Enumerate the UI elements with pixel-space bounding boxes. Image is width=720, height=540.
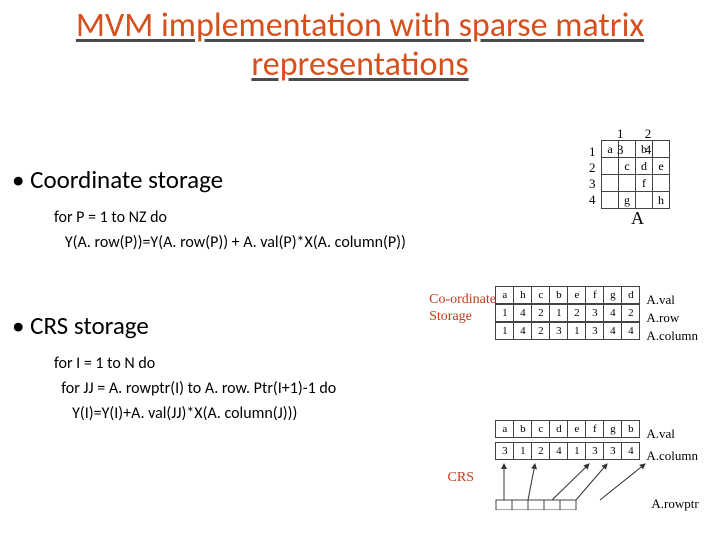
cell: 4 <box>514 305 532 322</box>
matrix-row-label: 1 <box>589 144 596 160</box>
cell: d <box>622 287 640 304</box>
matrix-label-A: A <box>631 208 644 229</box>
cell: 1 <box>568 323 586 340</box>
cell: 2 <box>532 443 550 460</box>
matrix-cell: d <box>636 158 653 175</box>
bullet-crs-storage: CRS storage <box>12 310 149 341</box>
matrix-row-labels: 1 2 3 4 <box>589 144 596 208</box>
cell: 4 <box>604 305 622 322</box>
cell: 1 <box>496 305 514 322</box>
matrix-cell <box>636 192 653 209</box>
bullet-coordinate-storage: Coordinate storage <box>12 164 223 195</box>
cell: 2 <box>532 305 550 322</box>
cell: 3 <box>586 305 604 322</box>
cell: f <box>586 287 604 304</box>
coord-row: 1 4 2 1 2 3 4 2 <box>495 304 640 322</box>
cell: 1 <box>568 443 586 460</box>
matrix-cell: g <box>619 192 636 209</box>
cell: 1 <box>514 443 532 460</box>
coord-storage-label-line: Storage <box>429 309 472 324</box>
cell: 2 <box>622 305 640 322</box>
crs-row: 3 1 2 4 1 3 3 4 <box>495 442 640 460</box>
cell: 4 <box>550 443 568 460</box>
matrix-cell <box>619 175 636 192</box>
cell: 4 <box>514 323 532 340</box>
matrix-cell <box>653 175 670 192</box>
matrix-col-labels: 1 2 3 4 <box>617 126 670 158</box>
cell: 1 <box>550 305 568 322</box>
crs-row: a b c d e f g b <box>495 420 640 438</box>
coord-storage-label-line: Co-ordinate <box>429 292 496 307</box>
cell: 4 <box>622 443 640 460</box>
cell: 3 <box>586 323 604 340</box>
matrix-row-label: 3 <box>589 176 596 192</box>
cell: 1 <box>496 323 514 340</box>
coord-storage-label: Co-ordinate Storage <box>429 292 496 326</box>
cell: c <box>532 287 550 304</box>
matrix-row-label: 2 <box>589 160 596 176</box>
cell: 2 <box>532 323 550 340</box>
matrix-cell: a <box>602 141 619 158</box>
cell: b <box>514 421 532 438</box>
cell: b <box>622 421 640 438</box>
cell: g <box>604 287 622 304</box>
cell: a <box>496 287 514 304</box>
matrix-cell <box>602 175 619 192</box>
cell: 3 <box>586 443 604 460</box>
cell: d <box>550 421 568 438</box>
cell: f <box>586 421 604 438</box>
cell: 2 <box>568 305 586 322</box>
cell: g <box>604 421 622 438</box>
coord-row: a h c b e f g d <box>495 286 640 304</box>
crs-storage-label: CRS <box>448 470 474 486</box>
cell: 4 <box>622 323 640 340</box>
coord-storage-arrays: a h c b e f g d A.val 1 4 2 1 2 3 4 2 A.… <box>495 286 698 340</box>
cell: b <box>550 287 568 304</box>
matrix-cell <box>602 192 619 209</box>
array-label: A.rowptr <box>651 496 698 512</box>
code-coordinate-storage: for P = 1 to NZ do Y(A. row(P))=Y(A. row… <box>54 206 406 256</box>
code-crs-storage: for I = 1 to N do for JJ = A. rowptr(I) … <box>54 352 336 426</box>
cell: h <box>514 287 532 304</box>
cell: e <box>568 421 586 438</box>
crs-rowptr-arrows: A.rowptr <box>495 460 655 494</box>
cell: 3 <box>550 323 568 340</box>
matrix-cell: h <box>653 192 670 209</box>
crs-storage-arrays: a b c d e f g b A.val 3 1 2 4 1 3 3 4 A.… <box>495 420 698 494</box>
coord-row: 1 4 2 3 1 3 4 4 <box>495 322 640 340</box>
matrix-cell <box>602 158 619 175</box>
cell: a <box>496 421 514 438</box>
matrix-cell: e <box>653 158 670 175</box>
matrix-row-label: 4 <box>589 192 596 208</box>
matrix-cell: c <box>619 158 636 175</box>
slide: MVM implementation with sparse matrix re… <box>0 0 720 540</box>
matrix-diagram: 1 2 3 4 1 2 3 4 a b c d e f <box>601 140 670 209</box>
cell: 4 <box>604 323 622 340</box>
cell: e <box>568 287 586 304</box>
cell: 3 <box>496 443 514 460</box>
matrix-cell: f <box>636 175 653 192</box>
cell: c <box>532 421 550 438</box>
cell: 3 <box>604 443 622 460</box>
slide-title: MVM implementation with sparse matrix re… <box>0 6 720 84</box>
